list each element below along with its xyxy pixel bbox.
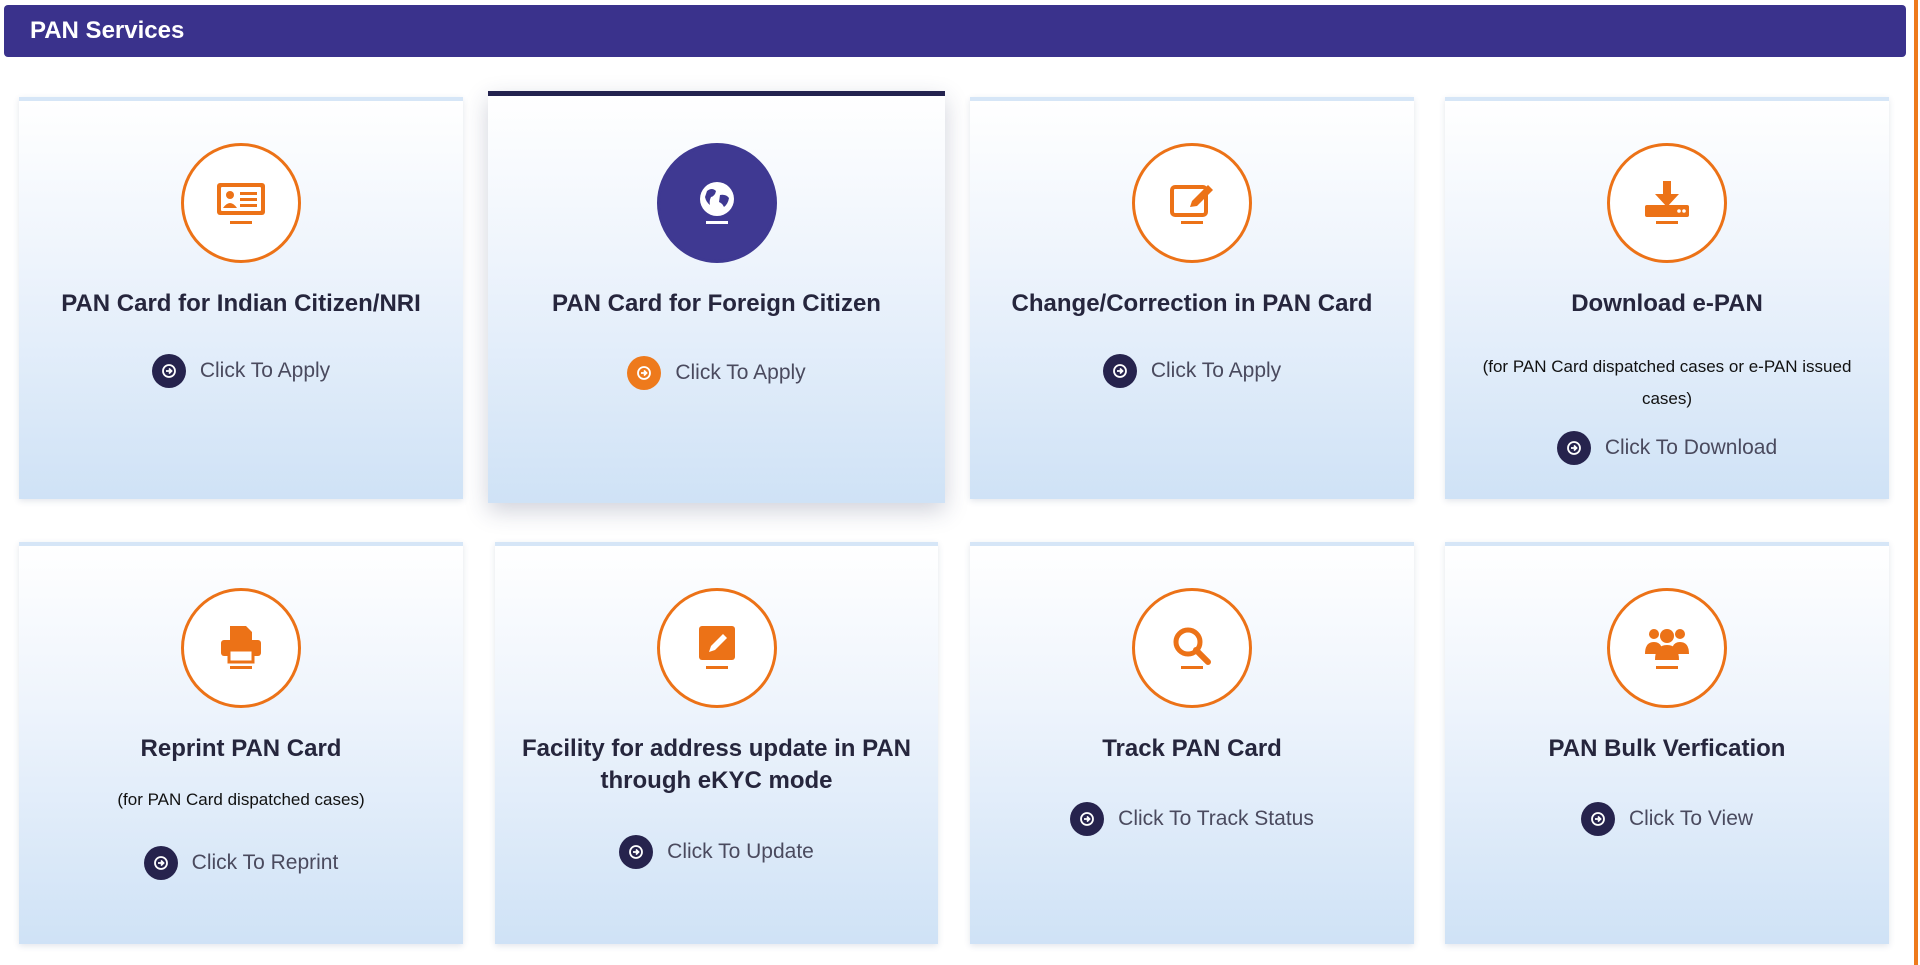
card-track-pan[interactable]: Track PAN Card Click To Track Status xyxy=(970,542,1414,944)
search-icon xyxy=(1132,588,1252,708)
download-link[interactable]: Click To Download xyxy=(1445,431,1889,465)
card-indian-citizen[interactable]: PAN Card for Indian Citizen/NRI Click To… xyxy=(19,97,463,499)
apply-label: Click To Apply xyxy=(675,361,806,384)
card-address-update-ekyc[interactable]: Facility for address update in PAN throu… xyxy=(495,542,938,944)
apply-label: Click To Apply xyxy=(1150,359,1282,382)
update-label: Click To Update xyxy=(667,840,814,863)
update-link[interactable]: Click To Update xyxy=(495,835,938,869)
printer-icon xyxy=(181,588,301,708)
reprint-link[interactable]: Click To Reprint xyxy=(19,846,463,880)
apply-link[interactable]: Click To Apply xyxy=(19,354,463,388)
card-title: Download e-PAN xyxy=(1571,290,1763,317)
pencil-square-icon xyxy=(656,588,777,708)
arrow-circle-icon xyxy=(1580,802,1615,836)
card-title: Change/Correction in PAN Card xyxy=(1011,290,1373,317)
card-change-correction[interactable]: Change/Correction in PAN Card Click To A… xyxy=(970,97,1414,499)
edit-icon xyxy=(1132,143,1252,263)
card-title: PAN Bulk Verfication xyxy=(1548,735,1786,762)
card-title: PAN Card for Foreign Citizen xyxy=(552,290,881,317)
view-label: Click To View xyxy=(1628,807,1754,830)
card-title: Track PAN Card xyxy=(1102,735,1282,762)
apply-link[interactable]: Click To Apply xyxy=(488,356,945,390)
arrow-circle-icon xyxy=(1070,802,1105,836)
arrow-circle-icon xyxy=(627,356,662,390)
view-link[interactable]: Click To View xyxy=(1445,802,1889,836)
pan-services-page: PAN Services PAN Card for Indian Citizen… xyxy=(0,0,1920,965)
users-icon xyxy=(1607,588,1727,708)
card-reprint[interactable]: Reprint PAN Card (for PAN Card dispatche… xyxy=(19,542,463,944)
card-download-epan[interactable]: Download e-PAN (for PAN Card dispatched … xyxy=(1445,97,1889,499)
track-status-link[interactable]: Click To Track Status xyxy=(970,802,1414,836)
card-bulk-verification[interactable]: PAN Bulk Verfication Click To View xyxy=(1445,542,1889,944)
arrow-circle-icon xyxy=(1556,431,1591,465)
apply-label: Click To Apply xyxy=(199,359,331,382)
section-header: PAN Services xyxy=(4,5,1906,57)
globe-icon xyxy=(656,143,777,263)
arrow-circle-icon xyxy=(151,354,186,388)
right-accent-bar xyxy=(1914,0,1918,965)
download-label: Click To Download xyxy=(1604,436,1778,459)
track-status-label: Click To Track Status xyxy=(1118,807,1314,830)
arrow-circle-icon xyxy=(619,835,654,869)
card-note: (for PAN Card dispatched cases or e-PAN … xyxy=(1482,357,1852,408)
download-icon xyxy=(1607,143,1727,263)
arrow-circle-icon xyxy=(143,846,178,880)
card-title: Facility for address update in PAN throu… xyxy=(522,735,911,794)
card-title: Reprint PAN Card xyxy=(140,735,342,762)
card-foreign-citizen[interactable]: PAN Card for Foreign Citizen Click To Ap… xyxy=(488,91,945,503)
apply-link[interactable]: Click To Apply xyxy=(970,354,1414,388)
section-title: PAN Services xyxy=(30,17,185,44)
card-note: (for PAN Card dispatched cases) xyxy=(117,790,365,809)
id-card-icon xyxy=(181,143,301,263)
reprint-label: Click To Reprint xyxy=(191,851,339,874)
arrow-circle-icon xyxy=(1102,354,1137,388)
card-title: PAN Card for Indian Citizen/NRI xyxy=(61,290,421,317)
